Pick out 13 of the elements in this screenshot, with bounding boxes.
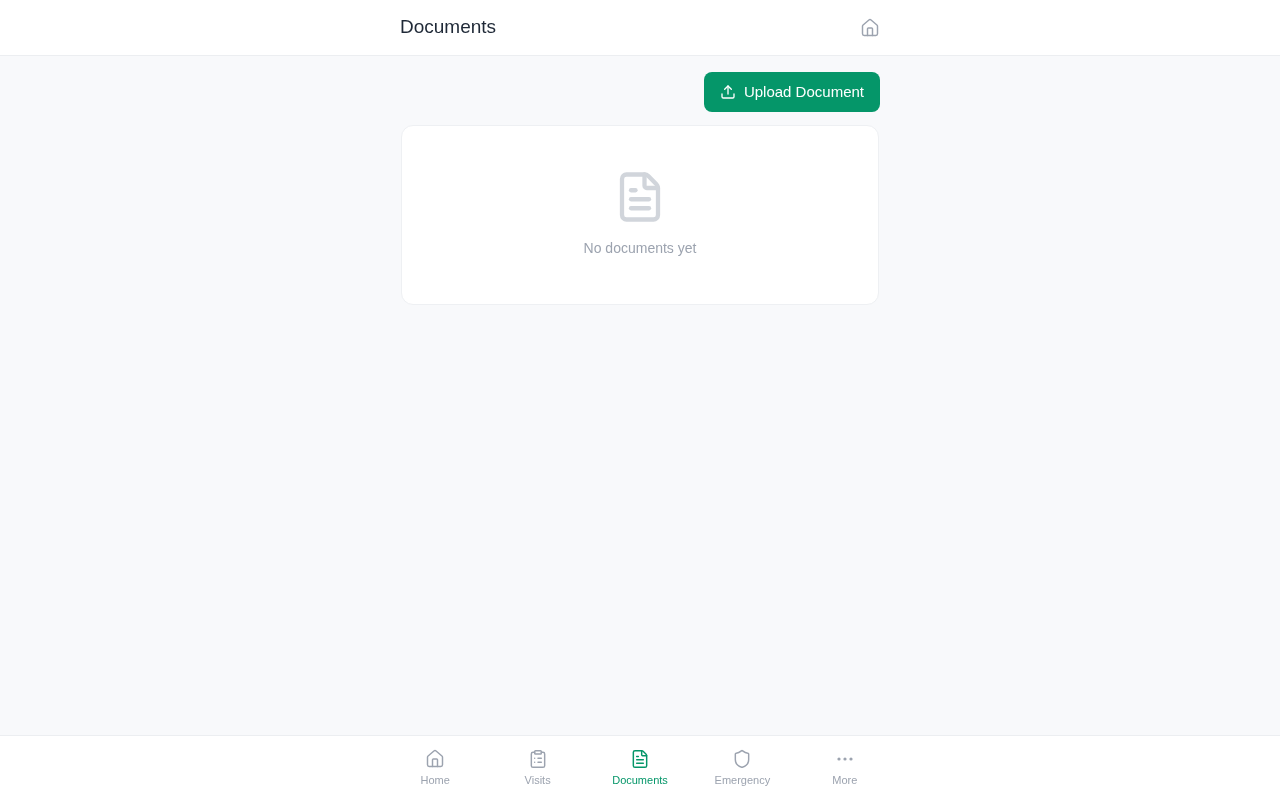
upload-icon [719,84,736,100]
nav-tab[interactable]: More [793,736,897,800]
nav-tab[interactable]: Emergency [691,736,794,800]
more-icon [836,757,853,761]
home-icon [860,17,880,38]
house-icon [425,749,446,769]
document-icon [630,749,650,769]
nav-tab[interactable]: Visits [486,736,589,800]
nav-tab[interactable]: Home [384,736,487,800]
upload-document-button[interactable]: Upload Document [703,72,880,112]
nav-tab[interactable]: Documents [588,736,692,800]
empty-message: No documents yet [583,239,697,258]
page-title: Documents [400,15,497,40]
